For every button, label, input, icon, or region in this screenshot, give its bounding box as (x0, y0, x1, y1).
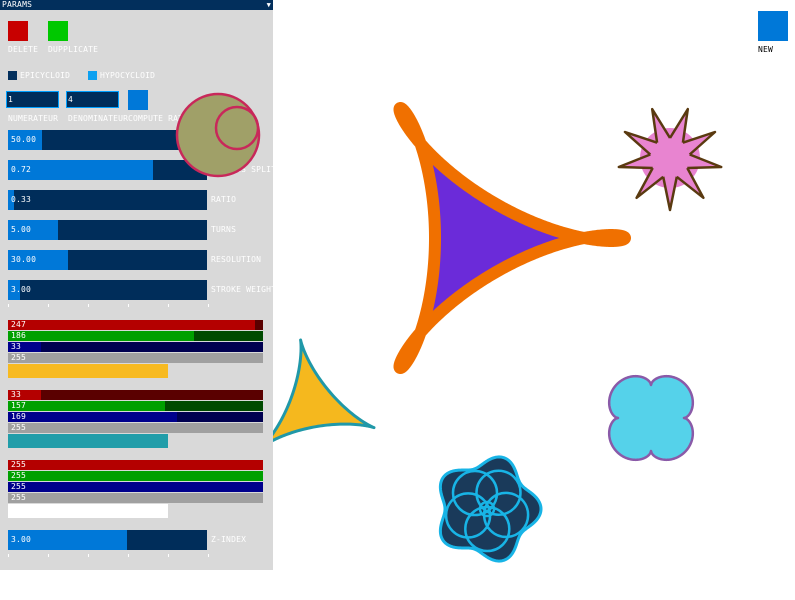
slider-value: 0.72 (11, 165, 32, 174)
channel-fill (8, 401, 166, 411)
turns-slider[interactable]: 5.00 (8, 220, 207, 240)
slider-value: 50.00 (11, 135, 37, 144)
channel-fill (8, 353, 263, 363)
slider-value: 0.33 (11, 195, 32, 204)
channel-fill (8, 460, 263, 470)
slider-tick-marks (8, 304, 209, 307)
channel-value: 186 (11, 331, 27, 340)
channel-value: 33 (11, 390, 22, 399)
panel-header[interactable]: PARAMS ▼ (0, 0, 273, 10)
shape-flower-cyan[interactable] (607, 374, 695, 462)
slider-value: 5.00 (11, 225, 32, 234)
bg-color-r-slider[interactable]: 255 (8, 460, 263, 470)
new-shape-button[interactable] (758, 11, 788, 41)
channel-fill (8, 482, 263, 492)
channel-fill (8, 331, 194, 341)
denominator-field[interactable]: 4 (66, 91, 119, 108)
delete-label: DELETE (8, 45, 39, 54)
size-slider[interactable]: 50.00 (8, 130, 207, 150)
turns-label: TURNS (211, 225, 237, 234)
shape-epicycloid-orange[interactable] (393, 101, 631, 375)
numerator-label: NUMERATEUR (8, 114, 59, 123)
stroke-color-b-slider[interactable]: 33 (8, 342, 263, 352)
hypocycloid-label: HYPOCYCLOID (100, 71, 156, 80)
slider-value: 30.00 (11, 255, 37, 264)
channel-value: 169 (11, 412, 27, 421)
params-panel: PARAMS ▼ DELETE DUPPLICATE EPICYCLOID HY… (0, 0, 277, 570)
needles-label: NEEDLES SPLIT (211, 165, 277, 174)
bg-color-swatch (8, 504, 168, 518)
channel-value: 255 (11, 493, 27, 502)
compute-ratio-button[interactable] (128, 90, 148, 110)
channel-value: 255 (11, 423, 27, 432)
fill-color-a-slider[interactable]: 255 (8, 423, 263, 433)
slider-value: 3.00 (11, 285, 32, 294)
resolution-label: RESOLUTION (211, 255, 262, 264)
z-index-label: Z-INDEX (211, 535, 247, 544)
stroke-color-r-slider[interactable]: 247 (8, 320, 263, 330)
delete-button[interactable] (8, 21, 28, 41)
denominator-label: DENOMINATEUR (68, 114, 129, 123)
channel-value: 255 (11, 460, 27, 469)
size-label: SIZE (211, 135, 232, 144)
bg-color-a-slider[interactable]: 255 (8, 493, 263, 503)
stroke-color-swatch (8, 364, 168, 378)
fill-color-r-slider[interactable]: 33 (8, 390, 263, 400)
channel-value: 33 (11, 342, 22, 351)
duplicate-label: DUPPLICATE (48, 45, 99, 54)
fill-color-swatch (8, 434, 168, 448)
epicycloid-label: EPICYCLOID (20, 71, 71, 80)
bg-color-g-slider[interactable]: 255 (8, 471, 263, 481)
slider-tick-marks (8, 554, 209, 557)
channel-value: 255 (11, 353, 27, 362)
channel-fill (8, 423, 263, 433)
ratio-slider[interactable]: 0.33 (8, 190, 207, 210)
channel-value: 157 (11, 401, 27, 410)
bg-color-b-slider[interactable]: 255 (8, 482, 263, 492)
fill-color-b-slider[interactable]: 169 (8, 412, 263, 422)
z-index-slider[interactable]: 3.00 (8, 530, 207, 550)
fill-color-g-slider[interactable]: 157 (8, 401, 263, 411)
numerator-field[interactable]: 1 (6, 91, 59, 108)
resolution-slider[interactable]: 30.00 (8, 250, 207, 270)
triangle-down-icon[interactable]: ▼ (267, 0, 271, 10)
shape-triangle-yellow[interactable] (259, 338, 376, 449)
shape-star-pink[interactable] (617, 107, 723, 212)
stroke-slider[interactable]: 3.00 (8, 280, 207, 300)
hypocycloid-radio[interactable] (88, 71, 97, 80)
new-shape-label: NEW (758, 45, 774, 54)
channel-fill (8, 493, 263, 503)
ratio-label: RATIO (211, 195, 237, 204)
slider-value: 3.00 (11, 535, 32, 544)
stroke-color-a-slider[interactable]: 255 (8, 353, 263, 363)
epicycloid-radio[interactable] (8, 71, 17, 80)
stroke-label: STROKE WEIGHT (211, 285, 277, 294)
channel-fill (8, 471, 263, 481)
needles-slider[interactable]: 0.72 (8, 160, 207, 180)
channel-fill (8, 412, 178, 422)
stroke-color-g-slider[interactable]: 186 (8, 331, 263, 341)
channel-value: 255 (11, 482, 27, 491)
channel-value: 255 (11, 471, 27, 480)
duplicate-button[interactable] (48, 21, 68, 41)
channel-value: 247 (11, 320, 27, 329)
channel-fill (8, 320, 255, 330)
panel-title: PARAMS (2, 0, 33, 9)
compute-ratio-label: COMPUTE RATIO (128, 114, 194, 123)
